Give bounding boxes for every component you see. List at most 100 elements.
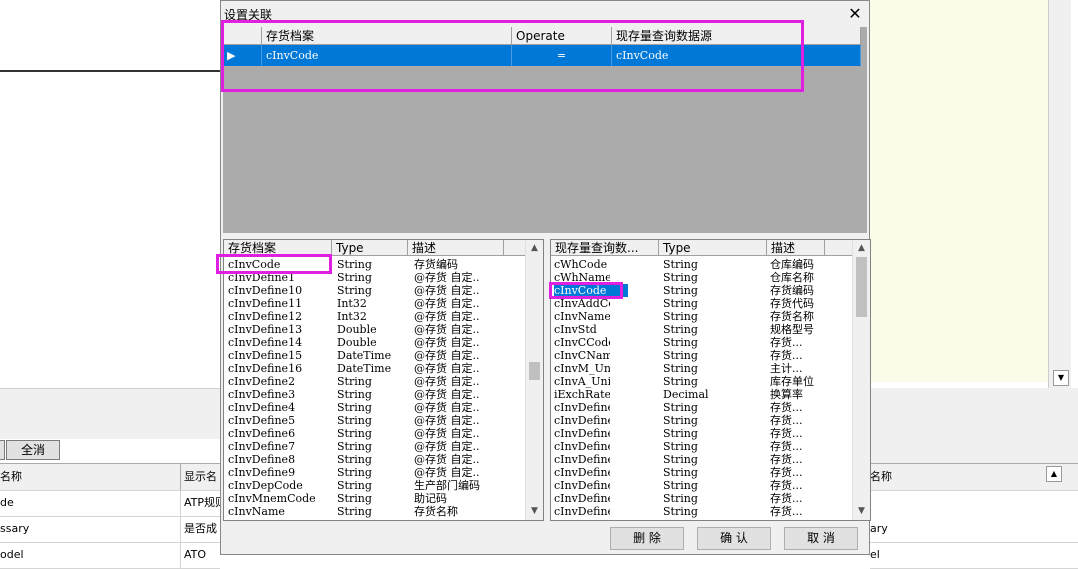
association-operator[interactable]: = xyxy=(512,45,612,66)
background-table-right: 名称 ary el ▲ xyxy=(870,463,1078,569)
table-row[interactable] xyxy=(870,490,1078,516)
list-item[interactable]: cInvDefine10 String @存货 自定.. xyxy=(224,284,526,297)
association-left-field[interactable]: cInvCode xyxy=(262,45,512,66)
list-item[interactable]: cInvDefine4 String @存货 自定.. xyxy=(224,401,526,414)
field-description: @存货 自定.. xyxy=(414,375,480,388)
table-row[interactable]: ary xyxy=(870,516,1078,543)
list-item[interactable]: cInvDepCode String 生产部门编码 xyxy=(224,479,526,492)
chevron-up-icon[interactable]: ▲ xyxy=(526,240,543,257)
table-row[interactable]: el xyxy=(870,542,1078,569)
field-name: cInvDefine1 xyxy=(228,271,296,284)
column-header-type[interactable]: Type xyxy=(659,240,767,256)
field-name: cInvCName xyxy=(554,349,610,362)
list-item[interactable]: cInvName String 存货名称 xyxy=(224,505,526,518)
table-cell: ATP规则 xyxy=(184,496,220,509)
background-button-edge[interactable] xyxy=(0,440,5,460)
chevron-up-icon[interactable]: ▲ xyxy=(1046,466,1062,482)
list-item[interactable]: cInvDefine1 String 存货... xyxy=(551,401,853,414)
table-row[interactable]: de ATP规则 xyxy=(0,490,220,517)
column-header-stock-source[interactable]: 现存量查询数... xyxy=(551,240,659,256)
list-item[interactable]: cInvDefine13 Double @存货 自定.. xyxy=(224,323,526,336)
list-item[interactable]: cInvDefine1 String @存货 自定.. xyxy=(224,271,526,284)
chevron-down-icon[interactable]: ▼ xyxy=(853,503,870,520)
field-type: String xyxy=(337,414,372,427)
list-item[interactable]: cInvDefine8 String @存货 自定.. xyxy=(224,453,526,466)
list-item[interactable]: cInvDefine3 String @存货 自定.. xyxy=(224,388,526,401)
list-item[interactable]: cInvCName String 存货... xyxy=(551,349,853,362)
field-type: String xyxy=(337,479,372,492)
list-item[interactable]: iExchRate Decimal 换算率 xyxy=(551,388,853,401)
stock-source-fields-list[interactable]: 现存量查询数... Type 描述 cWhCode String 仓库编码 cWhNa… xyxy=(550,239,871,521)
field-description: @存货 自定.. xyxy=(414,336,480,349)
field-description: 存货名称 xyxy=(414,505,458,518)
list-item[interactable]: cInvDefine3 String 存货... xyxy=(551,427,853,440)
list-item[interactable]: cInvCode String 存货编码 xyxy=(224,258,526,271)
scrollbar[interactable]: ▲ ▼ xyxy=(525,240,543,520)
list-item[interactable]: cInvDefine8 String 存货... xyxy=(551,492,853,505)
chevron-up-icon[interactable]: ▲ xyxy=(853,240,870,257)
field-name: cInvDefine6 xyxy=(228,427,296,440)
list-item[interactable]: cInvDefine5 String @存货 自定.. xyxy=(224,414,526,427)
column-header-operate[interactable]: Operate xyxy=(512,27,612,45)
delete-button[interactable]: 删 除 xyxy=(610,527,684,550)
background-scrollbar[interactable]: ▼ xyxy=(1048,0,1071,388)
field-description: 存货... xyxy=(770,427,803,440)
list-item[interactable]: cInvDefine12 Int32 @存货 自定.. xyxy=(224,310,526,323)
scrollbar[interactable]: ▲ ▼ xyxy=(852,240,870,520)
field-type: String xyxy=(663,427,698,440)
list-item[interactable]: cWhName String 仓库名称 xyxy=(551,271,853,284)
list-item[interactable]: cInvDefine7 String 存货... xyxy=(551,479,853,492)
table-cell: ary xyxy=(870,522,888,535)
column-header-inventory-file[interactable]: 存货档案 xyxy=(224,240,332,256)
deselect-all-button[interactable]: 全消 xyxy=(6,440,60,460)
field-type: DateTime xyxy=(337,362,392,375)
column-header-inventory-file[interactable]: 存货档案 xyxy=(262,27,512,45)
list-item[interactable]: cInvDefine11 Int32 @存货 自定.. xyxy=(224,297,526,310)
field-description: 规格型号 xyxy=(770,323,814,336)
list-item[interactable]: cInvDefine2 String @存货 自定.. xyxy=(224,375,526,388)
field-type: String xyxy=(663,349,698,362)
list-item[interactable]: cInvDefine14 Double @存货 自定.. xyxy=(224,336,526,349)
list-item[interactable]: cInvDefine7 String @存货 自定.. xyxy=(224,440,526,453)
list-item[interactable]: cInvName String 存货名称 xyxy=(551,310,853,323)
column-header-stock-source[interactable]: 现存量查询数据源 xyxy=(612,27,861,45)
list-item[interactable]: cInvDefine2 String 存货... xyxy=(551,414,853,427)
list-item[interactable]: cInvM_Unit String 主计... xyxy=(551,362,853,375)
list-item[interactable]: cWhCode String 仓库编码 xyxy=(551,258,853,271)
list-item[interactable]: cInvDefine15 DateTime @存货 自定.. xyxy=(224,349,526,362)
inventory-fields-list[interactable]: 存货档案 Type 描述 cInvCode String 存货编码 cInvDefin… xyxy=(223,239,544,521)
chevron-down-icon[interactable]: ▼ xyxy=(526,503,543,520)
list-item[interactable]: cInvDefine4 String 存货... xyxy=(551,440,853,453)
list-item[interactable]: cInvDefine5 String 存货... xyxy=(551,453,853,466)
table-row[interactable]: odel ATO xyxy=(0,542,220,569)
list-item[interactable]: cInvDefine16 DateTime @存货 自定.. xyxy=(224,362,526,375)
list-item[interactable]: cInvCCode String 存货... xyxy=(551,336,853,349)
confirm-button[interactable]: 确 认 xyxy=(697,527,771,550)
list-item[interactable]: cInvDefine6 String 存货... xyxy=(551,466,853,479)
list-item[interactable]: cInvA_Unit String 库存单位 xyxy=(551,375,853,388)
association-right-field[interactable]: cInvCode xyxy=(612,45,861,66)
field-type: String xyxy=(663,336,698,349)
table-row[interactable]: ssary 是否成 xyxy=(0,516,220,543)
column-header-description[interactable]: 描述 xyxy=(408,240,504,256)
list-item[interactable]: cInvAddCode String 存货代码 xyxy=(551,297,853,310)
list-item[interactable]: cInvDefine9 String @存货 自定.. xyxy=(224,466,526,479)
list-item[interactable]: cInvMnemCode String 助记码 xyxy=(224,492,526,505)
list-item[interactable]: cInvCode String 存货编码 xyxy=(551,284,853,297)
chevron-down-icon[interactable]: ▼ xyxy=(1053,370,1069,386)
column-header-type[interactable]: Type xyxy=(332,240,408,256)
cancel-button[interactable]: 取 消 xyxy=(784,527,858,550)
field-description: 存货... xyxy=(770,453,803,466)
list-item[interactable]: cInvStd String 规格型号 xyxy=(551,323,853,336)
table-cell: odel xyxy=(0,542,181,568)
close-icon[interactable]: ✕ xyxy=(845,4,865,24)
scrollbar-thumb[interactable] xyxy=(856,257,867,317)
list-item[interactable]: cInvDefine6 String @存货 自定.. xyxy=(224,427,526,440)
scrollbar-thumb[interactable] xyxy=(529,362,540,380)
field-type: String xyxy=(337,401,372,414)
field-type: Int32 xyxy=(337,297,367,310)
association-grid: 存货档案 Operate 现存量查询数据源 ▶ cInvCode = cInvC… xyxy=(223,27,867,233)
list-item[interactable]: cInvDefine9 String 存货... xyxy=(551,505,853,518)
field-type: String xyxy=(663,453,698,466)
column-header-description[interactable]: 描述 xyxy=(767,240,825,256)
